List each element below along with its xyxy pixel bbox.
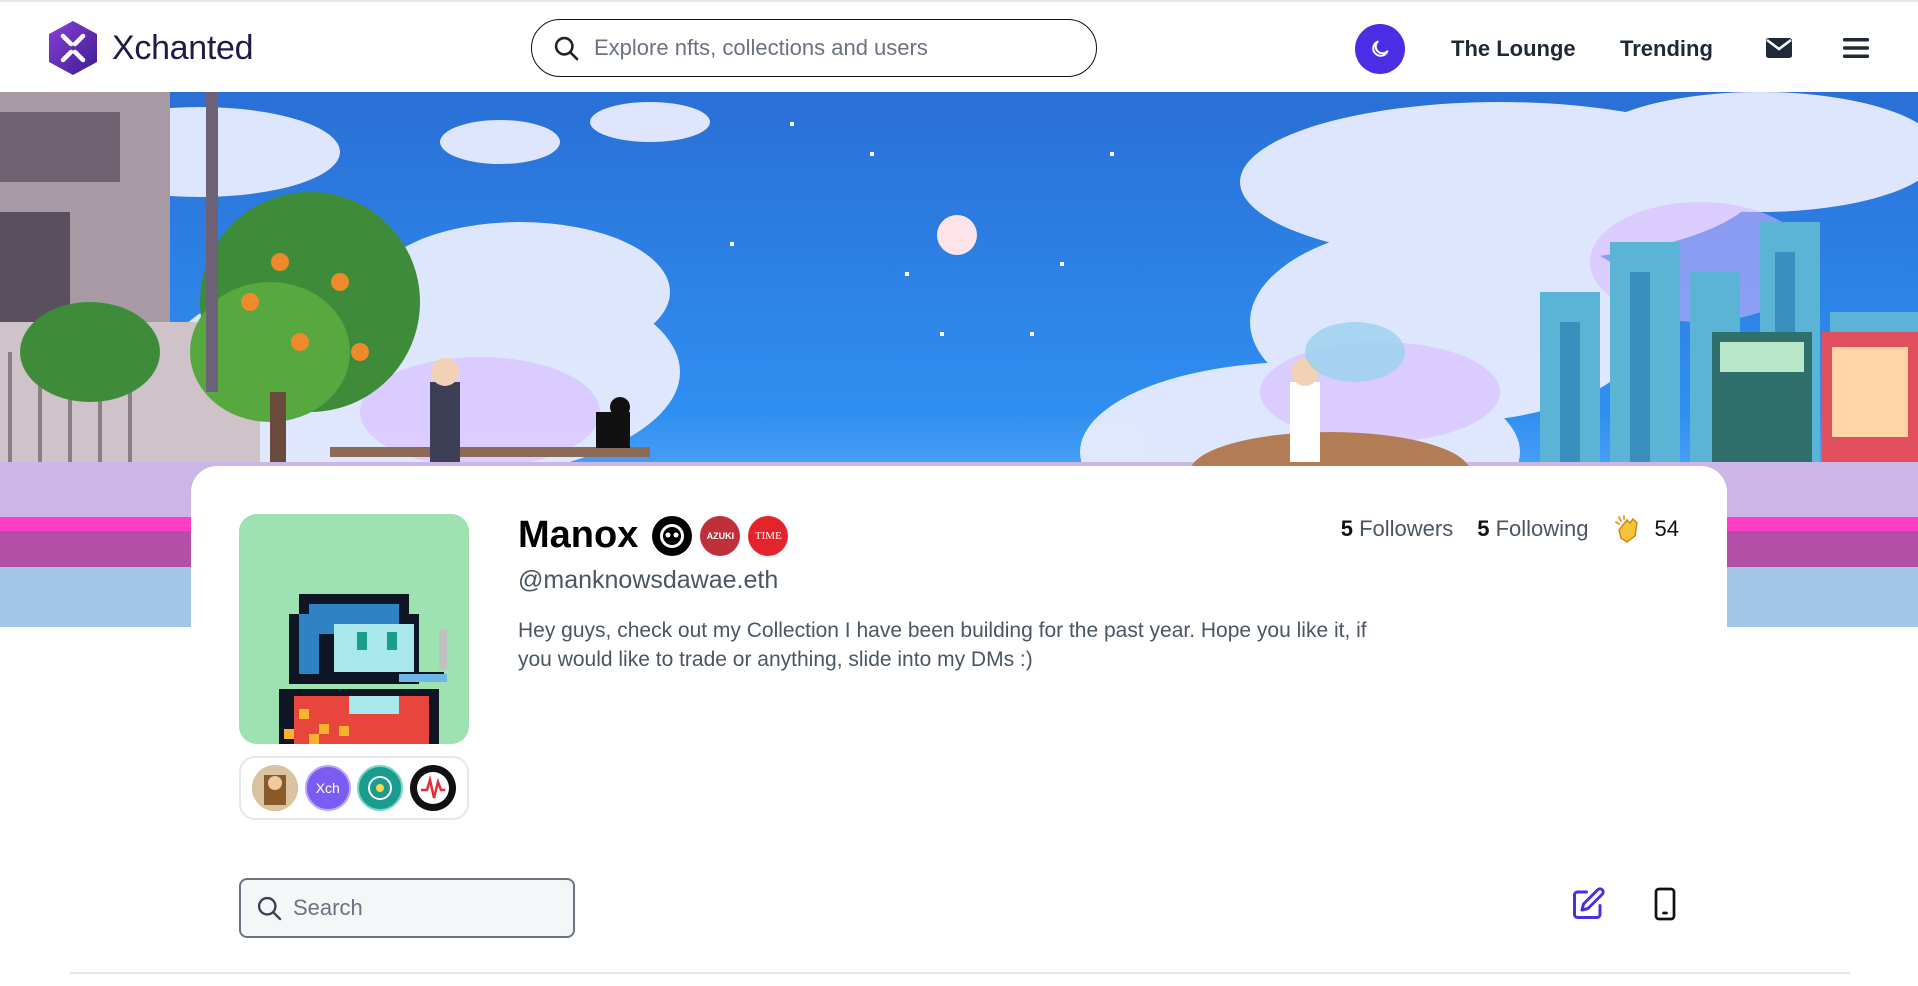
clap-count: 54 bbox=[1654, 516, 1679, 541]
profile-card: Xch Manox AZUKI TIME @manknowsdawae.eth … bbox=[191, 466, 1727, 986]
hamburger-menu-icon[interactable] bbox=[1842, 35, 1870, 61]
profile-handle: @manknowsdawae.eth bbox=[518, 566, 779, 594]
mail-icon[interactable] bbox=[1765, 35, 1793, 61]
collection-badge-xch[interactable]: Xch bbox=[304, 765, 351, 811]
collection-badge-4[interactable] bbox=[409, 765, 456, 811]
skull-badge-icon[interactable] bbox=[652, 515, 693, 556]
azuki-badge-icon[interactable]: AZUKI bbox=[700, 515, 741, 556]
azuki-label: AZUKI bbox=[706, 530, 735, 541]
collection-badges: Xch bbox=[239, 756, 469, 820]
profile-name: Manox bbox=[518, 514, 639, 556]
following-stat[interactable]: 5 Following bbox=[1477, 516, 1588, 542]
clap-stat[interactable]: 54 bbox=[1613, 514, 1679, 544]
profile-avatar[interactable] bbox=[239, 514, 469, 744]
profile-stats: 5 Followers 5 Following 54 bbox=[1341, 514, 1679, 544]
moon-icon bbox=[1372, 40, 1389, 57]
clap-icon bbox=[1614, 515, 1638, 543]
following-count: 5 bbox=[1477, 516, 1490, 541]
time-label: TIME bbox=[754, 529, 782, 542]
edit-icon[interactable] bbox=[1570, 886, 1606, 922]
followers-stat[interactable]: 5 Followers bbox=[1341, 516, 1454, 542]
global-search-box[interactable] bbox=[531, 19, 1097, 77]
followers-label: Followers bbox=[1359, 516, 1454, 541]
skull-icon bbox=[660, 523, 685, 548]
profile-bio: Hey guys, check out my Collection I have… bbox=[518, 619, 1367, 671]
avatar-pixel-art bbox=[239, 514, 469, 744]
waveform-icon bbox=[416, 772, 449, 804]
collection-search-box[interactable] bbox=[239, 878, 575, 938]
theme-toggle-button[interactable] bbox=[1355, 24, 1405, 74]
collection-badge-1[interactable] bbox=[252, 765, 299, 811]
following-label: Following bbox=[1495, 516, 1589, 541]
emblem-icon bbox=[368, 776, 393, 800]
global-search-input[interactable] bbox=[594, 35, 1074, 61]
time-badge-icon[interactable]: TIME bbox=[748, 515, 789, 556]
top-nav-bar: Xchanted The Lounge Trending bbox=[0, 2, 1918, 92]
profile-name-row: Manox AZUKI TIME bbox=[518, 514, 789, 557]
character-icon bbox=[252, 765, 299, 811]
xch-label: Xch bbox=[315, 780, 340, 796]
search-icon bbox=[257, 896, 282, 921]
xchanted-logo-icon bbox=[49, 21, 97, 75]
collection-badge-3[interactable] bbox=[357, 765, 404, 811]
collection-search-input[interactable] bbox=[293, 895, 563, 921]
followers-count: 5 bbox=[1340, 516, 1353, 541]
nav-the-lounge[interactable]: The Lounge bbox=[1451, 36, 1576, 62]
nav-trending[interactable]: Trending bbox=[1620, 36, 1713, 62]
logo-text: Xchanted bbox=[112, 28, 254, 67]
mobile-view-icon[interactable] bbox=[1647, 886, 1683, 922]
logo[interactable]: Xchanted bbox=[46, 19, 254, 77]
search-icon bbox=[554, 36, 579, 61]
